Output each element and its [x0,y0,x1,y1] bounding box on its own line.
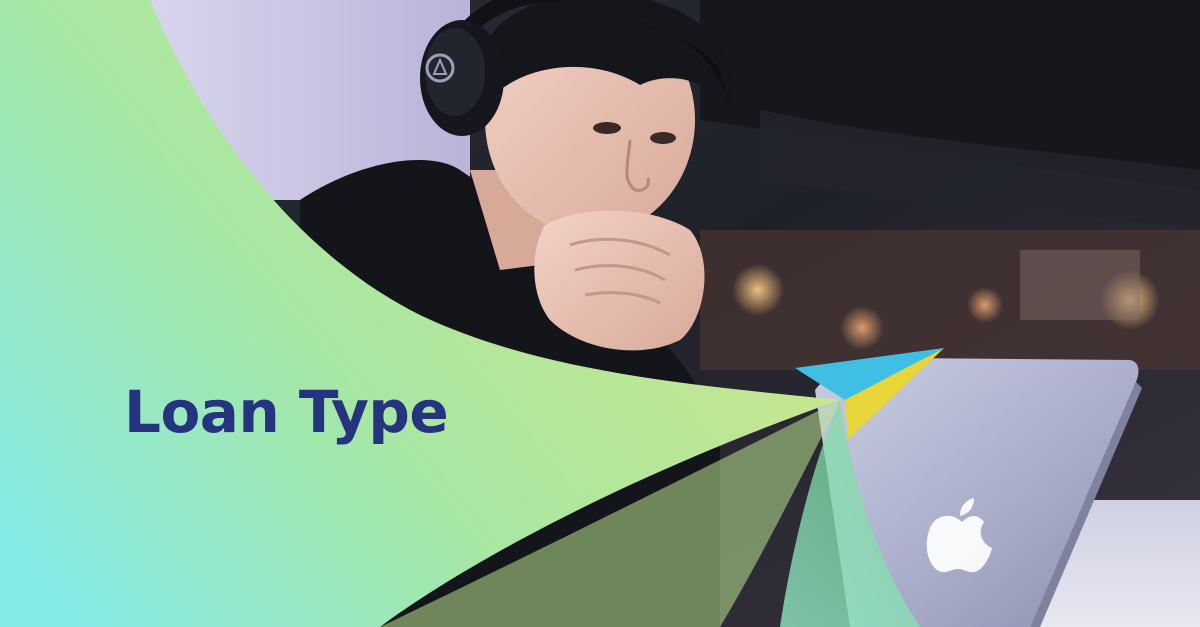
background-photo [0,0,1200,627]
promo-banner: Loan Type [0,0,1200,627]
page-title: Loan Type [124,378,449,446]
